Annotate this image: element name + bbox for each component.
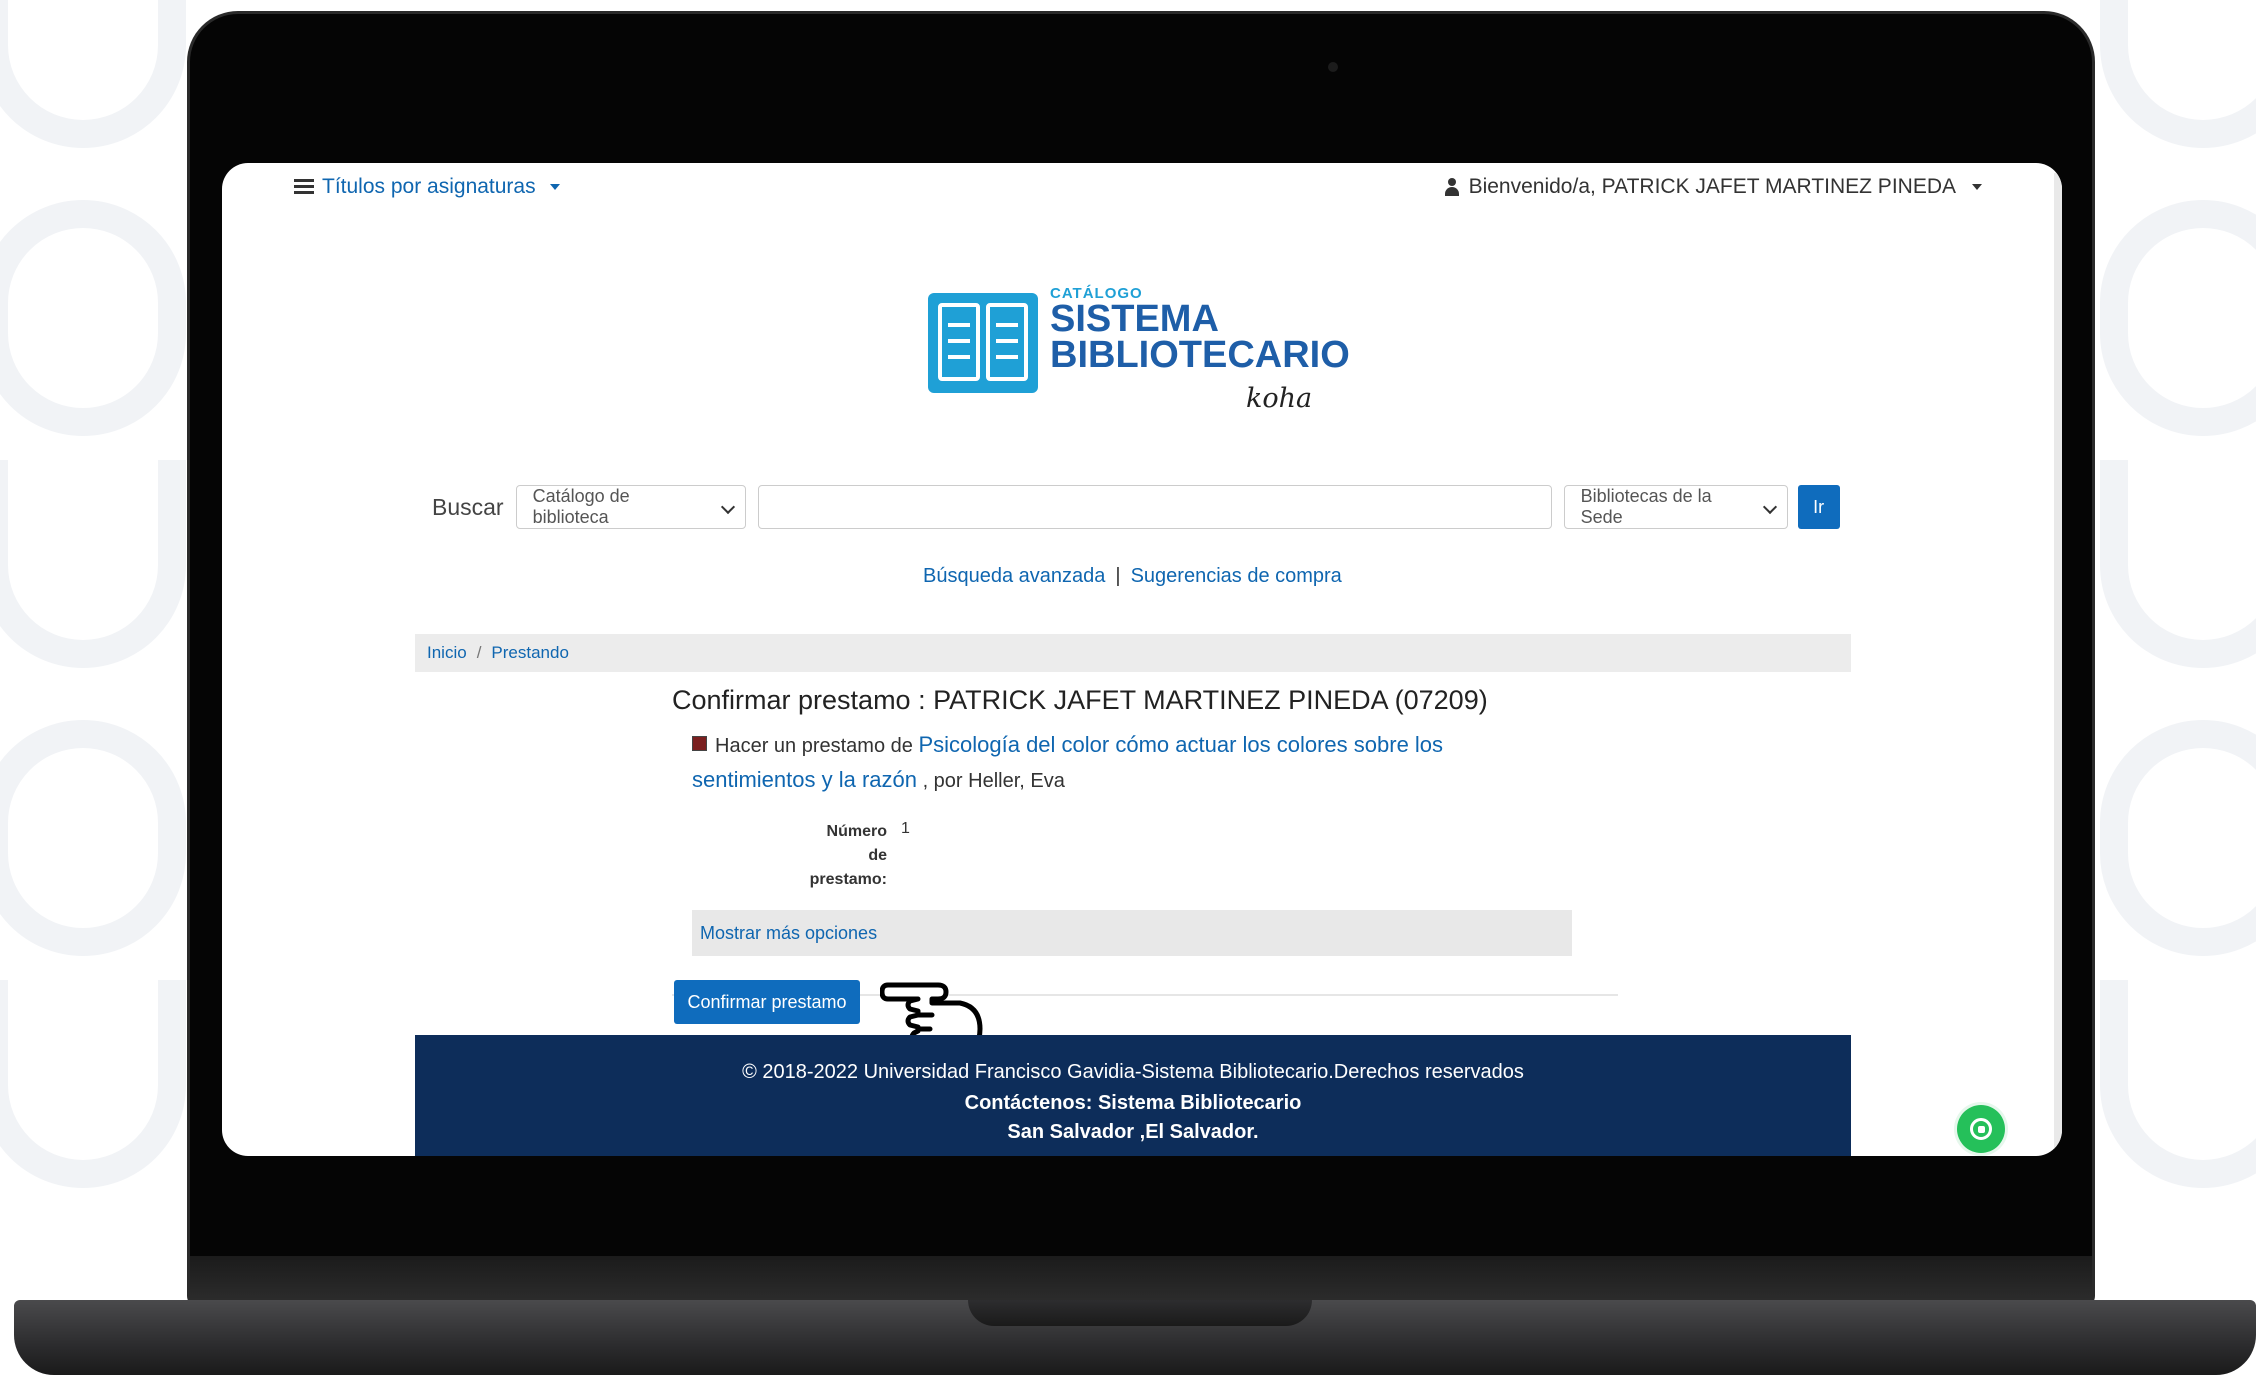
user-icon [1444, 178, 1459, 196]
search-links: Búsqueda avanzada | Sugerencias de compr… [923, 565, 1342, 588]
site-footer: © 2018-2022 Universidad Francisco Gavidi… [415, 1035, 1851, 1156]
user-menu[interactable]: Bienvenido/a, PATRICK JAFET MARTINEZ PIN… [1444, 175, 1982, 199]
breadcrumb-home[interactable]: Inicio [427, 643, 467, 663]
logo-title: SISTEMA BIBLIOTECARIO [1050, 298, 1350, 376]
library-select-value: Bibliotecas de la Sede [1580, 486, 1712, 527]
book-logo-icon [928, 293, 1038, 393]
logo-line-1: SISTEMA [1050, 298, 1219, 340]
search-label: Buscar [432, 493, 504, 520]
loan-checkbox[interactable] [692, 736, 707, 751]
search-bar: Buscar Catálogo de biblioteca Biblioteca… [432, 484, 1840, 530]
search-input[interactable] [757, 485, 1552, 529]
loan-item: Hacer un prestamo de Psicología del colo… [692, 728, 1572, 798]
breadcrumb-separator: / [476, 643, 482, 662]
catalog-select-value: Catálogo de biblioteca [532, 486, 630, 527]
breadcrumb: Inicio / Prestando [415, 634, 1851, 672]
more-options-label: Mostrar más opciones [700, 922, 878, 943]
chevron-down-icon [720, 499, 735, 515]
browser-screen: Títulos por asignaturas Bienvenido/a, PA… [222, 163, 2062, 1156]
link-separator: | [1115, 565, 1121, 587]
whatsapp-icon[interactable] [1957, 1105, 2005, 1153]
chevron-down-icon [1762, 499, 1777, 515]
loan-prefix: Hacer un prestamo de [715, 735, 913, 757]
more-options-toggle[interactable]: Mostrar más opciones [692, 910, 1572, 956]
logo-line-2: BIBLIOTECARIO [1050, 334, 1350, 376]
subjects-menu-label: Títulos por asignaturas [322, 175, 536, 198]
confirm-loan-button[interactable]: Confirmar prestamo [674, 980, 860, 1024]
site-logo[interactable]: CATÁLOGO SISTEMA BIBLIOTECARIO koha [928, 285, 1350, 415]
loan-number-field: Número de prestamo: 1 [807, 820, 1572, 892]
loan-number-label: Número de prestamo: [809, 823, 887, 888]
search-go-button[interactable]: Ir [1797, 485, 1840, 529]
laptop-hinge [190, 1256, 2092, 1302]
breadcrumb-current[interactable]: Prestando [491, 643, 569, 663]
footer-contact[interactable]: Contáctenos: Sistema Bibliotecario [415, 1092, 1851, 1115]
library-select[interactable]: Bibliotecas de la Sede [1563, 485, 1788, 529]
top-navigation: Títulos por asignaturas Bienvenido/a, PA… [222, 163, 2062, 223]
catalog-select[interactable]: Catálogo de biblioteca [515, 485, 746, 529]
purchase-suggestions-link[interactable]: Sugerencias de compra [1131, 565, 1342, 588]
loan-number-value: 1 [901, 820, 910, 837]
page-title: Confirmar prestamo : PATRICK JAFET MARTI… [672, 685, 1488, 715]
book-author: , por Heller, Eva [922, 770, 1065, 792]
footer-location: San Salvador ,El Salvador. [1007, 1121, 1259, 1143]
list-icon [294, 179, 314, 195]
camera-icon [1328, 62, 1338, 72]
scrollbar[interactable] [2054, 173, 2062, 1156]
subjects-menu[interactable]: Títulos por asignaturas [294, 175, 560, 199]
laptop-notch [968, 1300, 1312, 1326]
loan-confirmation: Confirmar prestamo : PATRICK JAFET MARTI… [672, 685, 1618, 996]
user-menu-label: Bienvenido/a, PATRICK JAFET MARTINEZ PIN… [1468, 175, 1956, 198]
advanced-search-link[interactable]: Búsqueda avanzada [923, 565, 1105, 588]
caret-down-icon [549, 184, 560, 190]
footer-copyright: © 2018-2022 Universidad Francisco Gavidi… [742, 1061, 1524, 1083]
phone-icon [1970, 1118, 1992, 1140]
caret-down-icon [1972, 184, 1982, 190]
koha-wordmark: koha [1246, 383, 1313, 414]
